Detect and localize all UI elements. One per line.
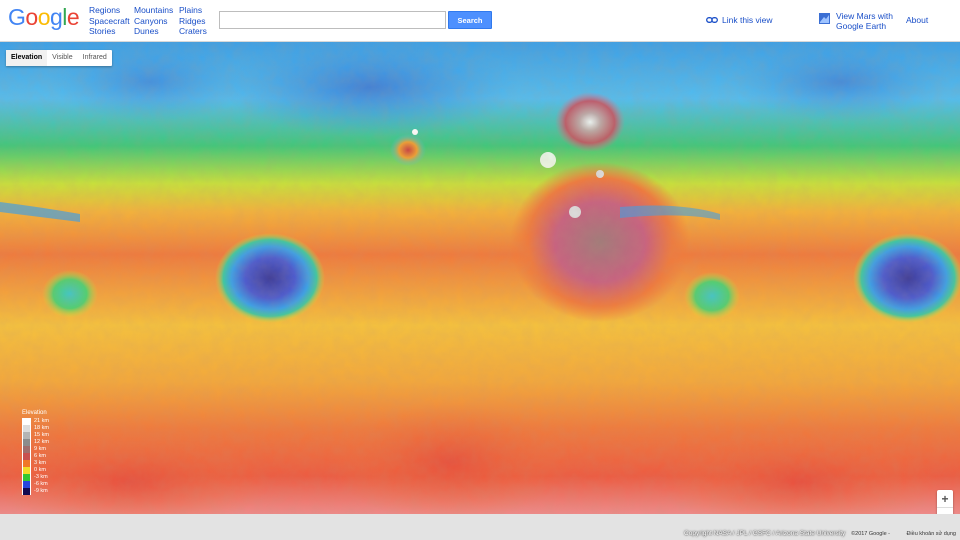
legend-row: -6 km (22, 481, 49, 488)
legend-label: 18 km (34, 425, 49, 431)
link-this-view-label: Link this view (722, 15, 773, 25)
legend-row: 9 km (22, 446, 49, 453)
zoom-in-button[interactable]: + (937, 490, 953, 507)
copyright-credit: Copyright NASA / JPL / GSFC / Arizona St… (684, 530, 846, 537)
nav-column-features: Regions Spacecraft Stories (89, 5, 130, 37)
legend-label: 15 km (34, 432, 49, 438)
nav-link-spacecraft[interactable]: Spacecraft (89, 16, 130, 27)
header: Google Regions Spacecraft Stories Mounta… (0, 0, 960, 42)
google-earth-icon (819, 13, 830, 24)
nav-link-canyons[interactable]: Canyons (134, 16, 173, 27)
legend-label: -6 km (34, 481, 48, 487)
elevation-legend: Elevation 21 km 18 km 15 km 12 km 9 km 6 km 3 … (22, 410, 49, 495)
legend-swatch (22, 425, 31, 432)
legend-swatch (22, 488, 31, 495)
nav-link-regions[interactable]: Regions (89, 5, 130, 16)
legend-label: 0 km (34, 467, 46, 473)
legend-swatch (22, 460, 31, 467)
copyright-text: Copyright NASA / JPL / GSFC / Arizona St… (684, 530, 890, 537)
legend-swatch (22, 481, 31, 488)
legend-swatch (22, 418, 31, 425)
legend-swatch (22, 474, 31, 481)
link-this-view[interactable]: Link this view (706, 15, 773, 25)
legend-label: 12 km (34, 439, 49, 445)
legend-row: 18 km (22, 425, 49, 432)
legend-swatch (22, 439, 31, 446)
search-input[interactable] (219, 11, 446, 29)
logo-letter: G (8, 4, 26, 30)
about-link[interactable]: About (906, 15, 928, 25)
legend-label: 6 km (34, 453, 46, 459)
google-copyright: ©2017 Google - (851, 531, 890, 537)
nav-link-dunes[interactable]: Dunes (134, 26, 173, 37)
legend-row: 12 km (22, 439, 49, 446)
tab-visible[interactable]: Visible (47, 50, 78, 66)
tab-infrared[interactable]: Infrared (78, 50, 112, 66)
legend-label: 3 km (34, 460, 46, 466)
logo-letter: g (49, 4, 63, 30)
mars-map[interactable] (0, 42, 960, 514)
nav-link-stories[interactable]: Stories (89, 26, 130, 37)
legend-swatch (22, 432, 31, 439)
legend-row: 21 km (22, 418, 49, 425)
tab-elevation[interactable]: Elevation (6, 50, 48, 66)
search-button[interactable]: Search (448, 11, 492, 29)
nav-column-terrain: Mountains Canyons Dunes (134, 5, 173, 37)
legend-title: Elevation (22, 410, 47, 416)
logo-letter: o (25, 4, 38, 30)
legend-swatch (22, 453, 31, 460)
google-earth-line1: View Mars with (836, 11, 893, 21)
legend-row: -9 km (22, 488, 49, 495)
nav-link-plains[interactable]: Plains (179, 5, 207, 16)
logo-letter: e (66, 4, 80, 30)
google-earth-label: View Mars with Google Earth (836, 11, 893, 31)
nav-link-mountains[interactable]: Mountains (134, 5, 173, 16)
legend-row: 3 km (22, 460, 49, 467)
legend-label: 21 km (34, 418, 49, 424)
google-earth-link[interactable]: View Mars with Google Earth (819, 11, 893, 31)
legend-row: 0 km (22, 467, 49, 474)
legend-row: 6 km (22, 453, 49, 460)
legend-label: 9 km (34, 446, 46, 452)
nav-link-ridges[interactable]: Ridges (179, 16, 207, 27)
map-layer-tabs: Elevation Visible Infrared (6, 50, 112, 66)
google-logo[interactable]: Google (8, 4, 80, 31)
legend-label: -3 km (34, 474, 48, 480)
link-icon (706, 17, 718, 23)
legend-row: 15 km (22, 432, 49, 439)
terms-link[interactable]: Điều khoản sử dụng (906, 531, 956, 537)
logo-letter: o (37, 4, 51, 30)
legend-swatch (22, 467, 31, 474)
nav-link-craters[interactable]: Craters (179, 26, 207, 37)
legend-row: -3 km (22, 474, 49, 481)
google-earth-line2: Google Earth (836, 21, 887, 31)
legend-label: -9 km (34, 488, 48, 494)
legend-swatch (22, 446, 31, 453)
mars-elevation-layer (0, 42, 960, 514)
nav-column-landforms: Plains Ridges Craters (179, 5, 207, 37)
